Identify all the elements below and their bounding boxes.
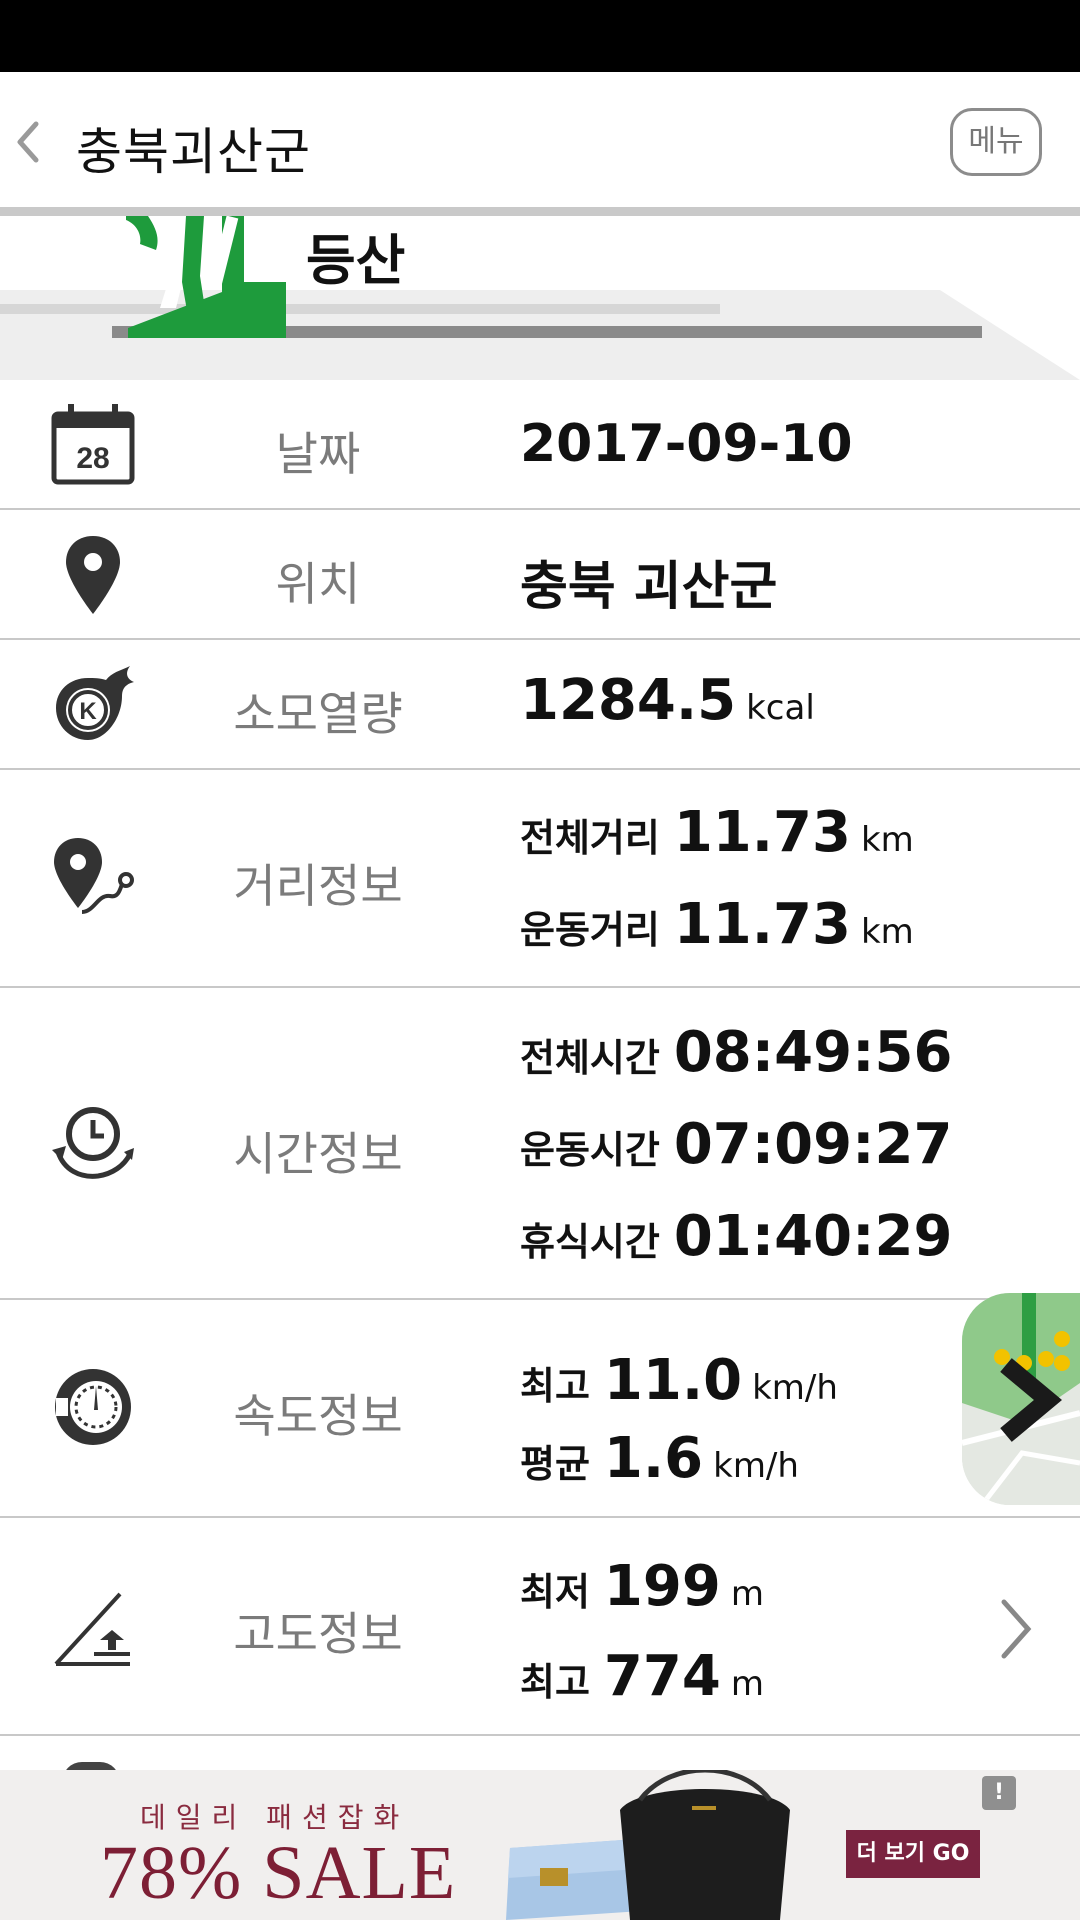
ad-more-button[interactable]: 더 보기 GO bbox=[846, 1830, 980, 1878]
distance-total-value: 11.73 bbox=[673, 800, 851, 865]
time-exercise-line: 운동시간 07:09:27 bbox=[520, 1112, 962, 1177]
distance-total-unit: km bbox=[860, 820, 914, 860]
speed-avg-unit: km/h bbox=[713, 1446, 799, 1486]
clock-cycle-icon bbox=[52, 1107, 134, 1179]
altitude-max-line: 최고 774 m bbox=[520, 1644, 764, 1709]
altitude-min-label: 최저 bbox=[520, 1570, 590, 1614]
time-rest-value: 01:40:29 bbox=[673, 1204, 953, 1269]
chevron-right-icon bbox=[1000, 1358, 1062, 1442]
speed-row: 속도정보 최고 11.0 km/h 평균 1.6 km/h bbox=[0, 1300, 1080, 1518]
location-label: 위치 bbox=[275, 557, 361, 611]
speedometer-icon bbox=[55, 1369, 131, 1445]
ad-banner[interactable]: 데일리 패션잡화 78% SALE 더 보기 GO ! bbox=[0, 1770, 1080, 1920]
time-rest-line: 휴식시간 01:40:29 bbox=[520, 1204, 962, 1269]
speed-avg-label: 평균 bbox=[520, 1442, 590, 1486]
header: 충북괴산군 메뉴 bbox=[0, 72, 1080, 212]
calories-value: 1284.5 bbox=[520, 668, 737, 733]
altitude-max-unit: m bbox=[730, 1664, 764, 1704]
time-total-value: 08:49:56 bbox=[673, 1020, 953, 1085]
altitude-slope-icon bbox=[54, 1592, 130, 1666]
speed-avg-line: 평균 1.6 km/h bbox=[520, 1426, 799, 1491]
altitude-max-label: 최고 bbox=[520, 1660, 590, 1704]
location-row: 위치 충북 괴산군 bbox=[0, 510, 1080, 640]
location-value: 충북 괴산군 bbox=[520, 557, 778, 617]
time-exercise-label: 운동시간 bbox=[520, 1128, 660, 1172]
distance-exercise-value: 11.73 bbox=[673, 892, 851, 957]
distance-label: 거리정보 bbox=[233, 859, 403, 913]
distance-total-line: 전체거리 11.73 km bbox=[520, 800, 914, 865]
date-value: 2017-09-10 bbox=[520, 414, 853, 474]
time-exercise-value: 07:09:27 bbox=[673, 1112, 953, 1177]
altitude-label: 고도정보 bbox=[233, 1607, 403, 1661]
calories-unit: kcal bbox=[746, 688, 815, 728]
time-rest-label: 휴식시간 bbox=[520, 1220, 660, 1264]
time-label: 시간정보 bbox=[233, 1127, 403, 1181]
time-total-label: 전체시간 bbox=[520, 1036, 660, 1080]
calories-label: 소모열량 bbox=[233, 687, 403, 741]
altitude-min-unit: m bbox=[730, 1574, 764, 1614]
distance-row: 거리정보 전체거리 11.73 km 운동거리 11.73 km bbox=[0, 770, 1080, 988]
map-thumbnail-button[interactable] bbox=[962, 1293, 1080, 1505]
menu-button[interactable]: 메뉴 bbox=[950, 108, 1042, 176]
distance-exercise-unit: km bbox=[860, 912, 914, 952]
route-pin-icon bbox=[54, 838, 134, 914]
altitude-min-value: 199 bbox=[603, 1554, 721, 1619]
calories-value-line: 1284.5 kcal bbox=[520, 668, 815, 733]
handbag-image bbox=[620, 1770, 790, 1920]
distance-exercise-label: 운동거리 bbox=[520, 908, 660, 952]
speed-label: 속도정보 bbox=[233, 1389, 403, 1443]
speed-max-value: 11.0 bbox=[603, 1348, 743, 1413]
date-label: 날짜 bbox=[275, 427, 361, 481]
time-total-line: 전체시간 08:49:56 bbox=[520, 1020, 962, 1085]
activity-label: 등산 bbox=[306, 229, 406, 292]
status-bar bbox=[0, 0, 1080, 72]
distance-exercise-line: 운동거리 11.73 km bbox=[520, 892, 914, 957]
speed-max-label: 최고 bbox=[520, 1364, 590, 1408]
chevron-right-icon bbox=[1001, 1599, 1032, 1659]
altitude-min-line: 최저 199 m bbox=[520, 1554, 764, 1619]
calorie-flame-icon: K bbox=[56, 666, 134, 740]
speed-max-line: 최고 11.0 km/h bbox=[520, 1348, 838, 1413]
distance-total-label: 전체거리 bbox=[520, 816, 660, 860]
speed-avg-value: 1.6 bbox=[603, 1426, 704, 1491]
back-button[interactable] bbox=[6, 110, 52, 174]
svg-text:28: 28 bbox=[76, 442, 109, 475]
speed-max-unit: km/h bbox=[752, 1368, 838, 1408]
header-divider bbox=[0, 207, 1080, 216]
calendar-icon: 28 bbox=[51, 404, 135, 485]
altitude-row[interactable]: 고도정보 최저 199 m 최고 774 m bbox=[0, 1518, 1080, 1736]
altitude-max-value: 774 bbox=[603, 1644, 721, 1709]
time-row: 시간정보 전체시간 08:49:56 운동시간 07:09:27 휴식시간 01… bbox=[0, 988, 1080, 1300]
calories-row: K 소모열량 1284.5 kcal bbox=[0, 640, 1080, 770]
activity-banner: 등산 bbox=[0, 216, 1080, 380]
date-row: 28 날짜 2017-09-10 bbox=[0, 380, 1080, 510]
page-title: 충북괴산군 bbox=[76, 123, 311, 181]
ad-headline: 78% SALE bbox=[100, 1831, 457, 1915]
ad-info-icon[interactable]: ! bbox=[982, 1776, 1016, 1810]
location-pin-icon bbox=[66, 536, 120, 614]
hiking-icon bbox=[126, 216, 286, 338]
chevron-left-icon bbox=[17, 121, 39, 163]
svg-text:K: K bbox=[79, 698, 97, 725]
